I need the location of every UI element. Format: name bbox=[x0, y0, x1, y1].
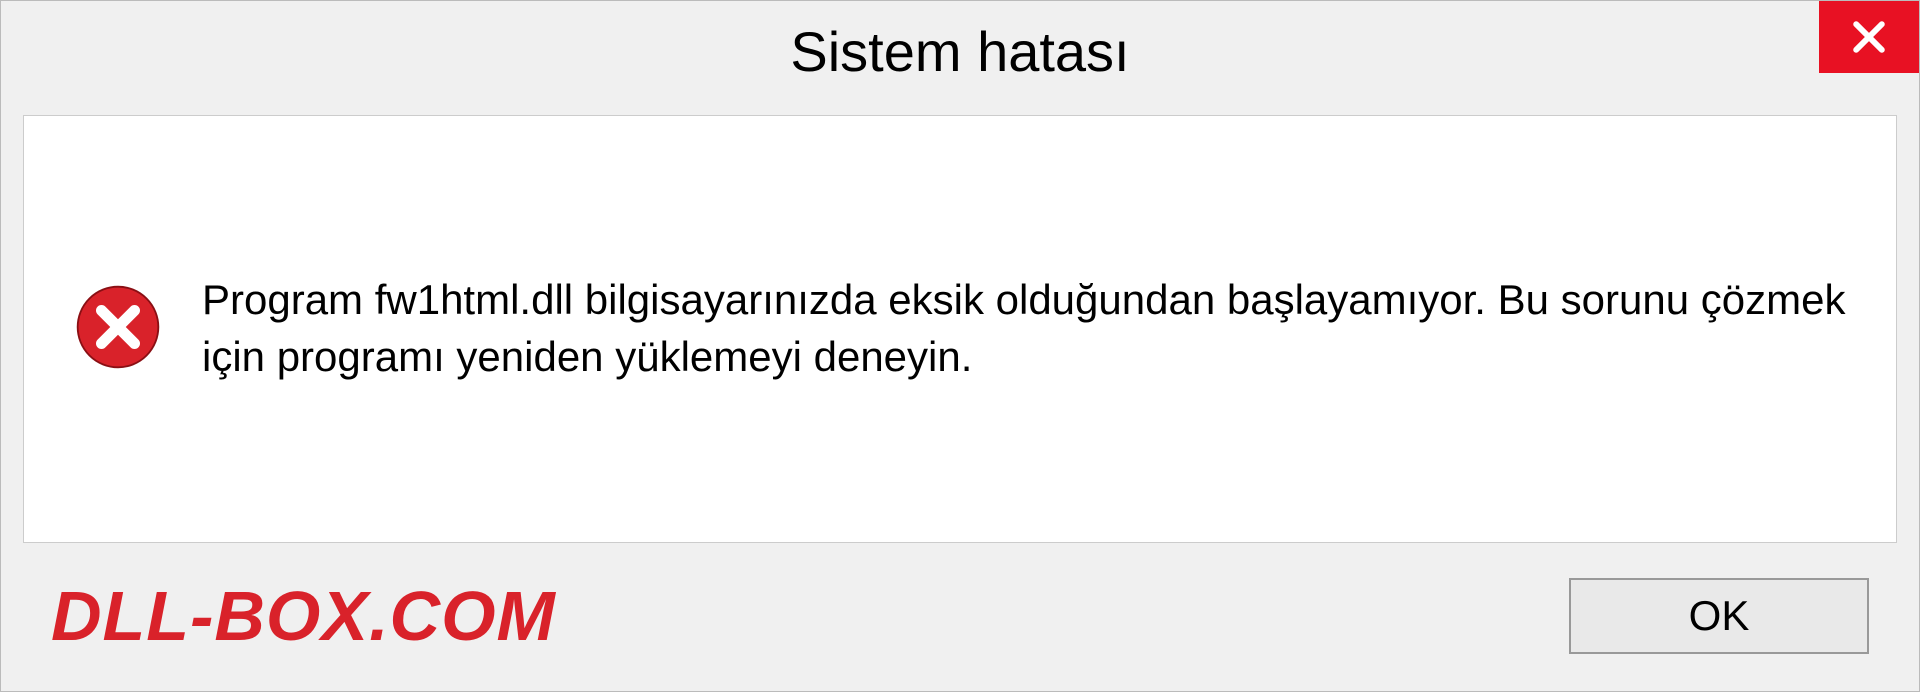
error-icon-wrap bbox=[74, 283, 162, 376]
dialog-footer: DLL-BOX.COM OK bbox=[1, 561, 1919, 691]
close-button[interactable] bbox=[1819, 1, 1919, 73]
ok-button[interactable]: OK bbox=[1569, 578, 1869, 654]
error-dialog: Sistem hatası Program fw1html.dll bilgis… bbox=[0, 0, 1920, 692]
error-message: Program fw1html.dll bilgisayarınızda eks… bbox=[202, 272, 1846, 385]
titlebar: Sistem hatası bbox=[1, 1, 1919, 101]
error-circle-icon bbox=[74, 283, 162, 371]
dialog-title: Sistem hatası bbox=[790, 19, 1129, 84]
close-icon bbox=[1847, 15, 1891, 59]
content-area: Program fw1html.dll bilgisayarınızda eks… bbox=[23, 115, 1897, 543]
watermark-text: DLL-BOX.COM bbox=[51, 576, 556, 656]
